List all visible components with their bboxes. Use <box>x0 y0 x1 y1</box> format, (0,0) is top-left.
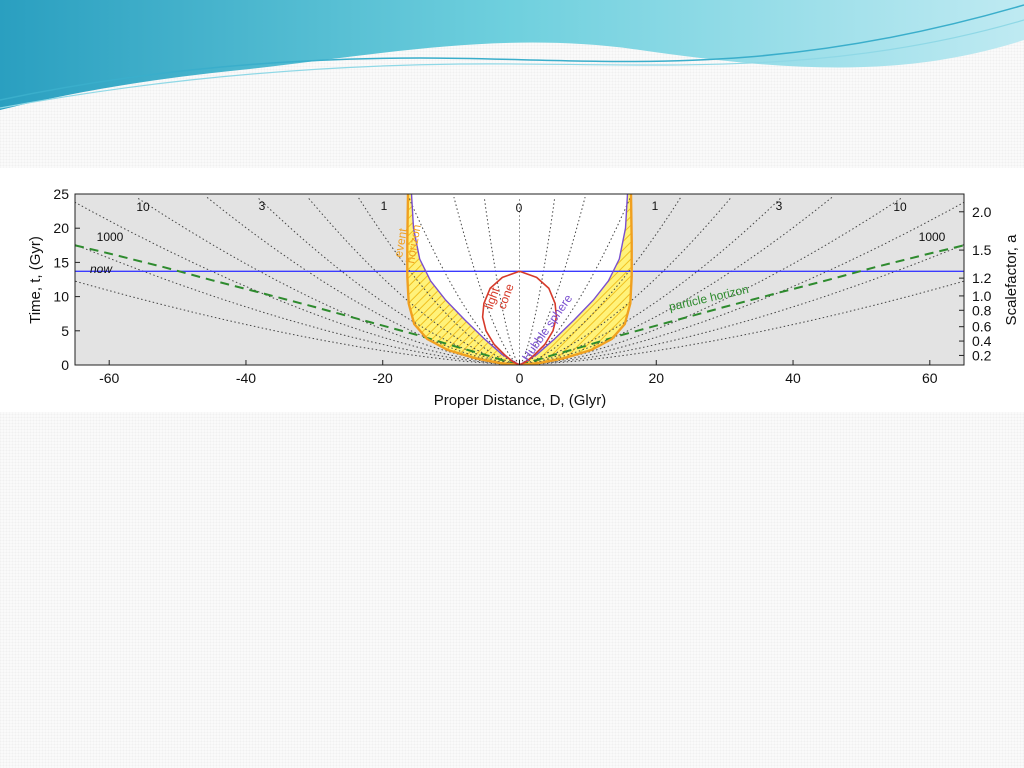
x-tick-label: -60 <box>99 370 119 386</box>
redshift-label: 1 <box>652 199 659 213</box>
redshift-label: 3 <box>259 199 266 213</box>
redshift-label: 0 <box>516 201 523 215</box>
redshift-label: 3 <box>776 199 783 213</box>
redshift-label: 1 <box>381 199 388 213</box>
y-tick-label: 25 <box>53 186 69 202</box>
right-tick-label: 0.2 <box>972 347 992 363</box>
x-tick-label: -40 <box>236 370 256 386</box>
right-tick-label: 0.4 <box>972 333 992 349</box>
x-tick-label: 20 <box>648 370 664 386</box>
x-tick-label: 40 <box>785 370 801 386</box>
y-axis-right-title: Scalefactor, a <box>1003 234 1020 326</box>
redshift-label: 10 <box>136 200 150 214</box>
y-tick-label: 0 <box>61 357 69 373</box>
right-tick-label: 2.0 <box>972 204 992 220</box>
x-axis-title: Proper Distance, D, (Glyr) <box>434 392 607 409</box>
right-tick-label: 1.5 <box>972 242 992 258</box>
slide-header-wave <box>0 0 1024 110</box>
redshift-label: 1000 <box>97 230 124 244</box>
figure-panel: -60 -40 -20 0 20 40 60 0 5 10 15 20 25 0.2 0.4 0.6 0.8… <box>0 168 1024 412</box>
right-tick-label: 1.2 <box>972 270 992 286</box>
right-tick-label: 0.8 <box>972 302 992 318</box>
redshift-label: 1000 <box>919 230 946 244</box>
x-tick-label: 0 <box>516 370 524 386</box>
redshift-label: 10 <box>893 200 907 214</box>
y-tick-label: 15 <box>53 254 69 270</box>
header-wave-fill <box>0 0 1024 110</box>
right-tick-label: 1.0 <box>972 288 992 304</box>
x-tick-label: -20 <box>373 370 393 386</box>
y-axis-title: Time, t, (Gyr) <box>27 236 44 324</box>
now-label: now <box>90 262 113 276</box>
spacetime-chart: -60 -40 -20 0 20 40 60 0510152025 0.20.40.60.8… <box>27 186 1020 409</box>
y-tick-label: 5 <box>61 323 69 339</box>
x-tick-label: 60 <box>922 370 938 386</box>
right-tick-label: 0.6 <box>972 319 992 335</box>
y-tick-label: 10 <box>53 289 69 305</box>
y-tick-label: 20 <box>53 220 69 236</box>
